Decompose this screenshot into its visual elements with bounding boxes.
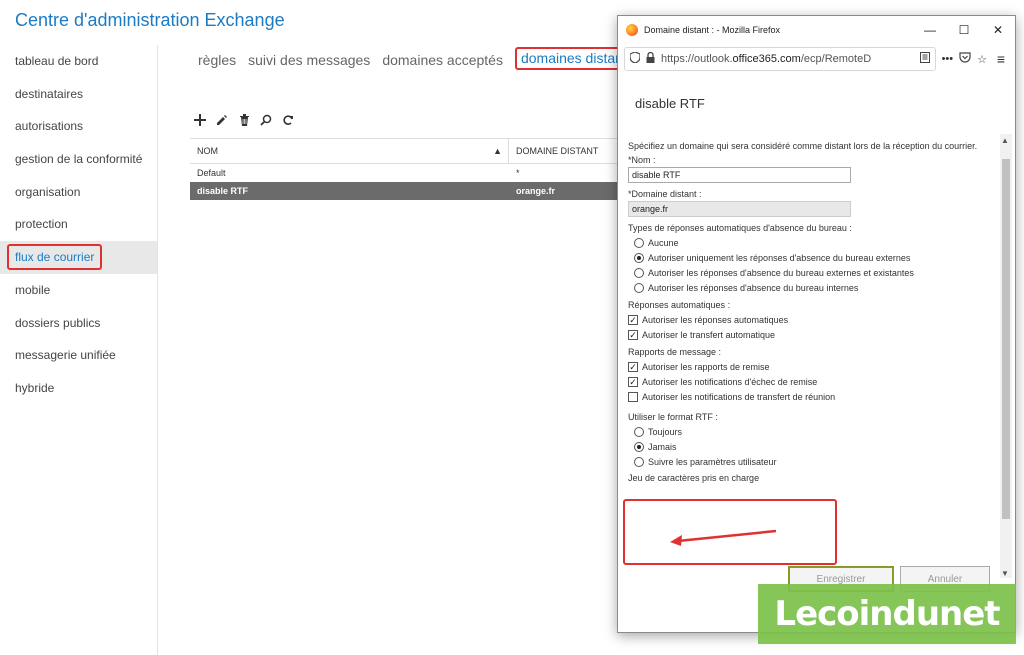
- rtf-option-always[interactable]: Toujours: [634, 426, 994, 438]
- close-icon[interactable]: ✕: [981, 23, 1015, 37]
- nav-item-mail-flow[interactable]: flux de courrier: [0, 241, 157, 274]
- checkbox-checked[interactable]: ✓: [628, 315, 638, 325]
- firefox-titlebar: Domaine distant : - Mozilla Firefox — ☐ …: [618, 16, 1015, 44]
- left-nav: tableau de bord destinataires autorisati…: [0, 45, 158, 655]
- watermark-logo: Lecoindunet: [758, 584, 1016, 644]
- maximize-icon[interactable]: ☐: [947, 23, 981, 37]
- ooo-option-external-legacy[interactable]: Autoriser les réponses d'absence du bure…: [634, 267, 994, 279]
- radio-button-selected[interactable]: [634, 442, 644, 452]
- rtf-option-user-settings[interactable]: Suivre les paramètres utilisateur: [634, 456, 994, 468]
- edit-icon[interactable]: [215, 112, 229, 128]
- row-domain: orange.fr: [516, 186, 556, 196]
- search-icon[interactable]: [259, 112, 273, 128]
- nav-item-mobile[interactable]: mobile: [0, 274, 157, 307]
- highlight-arrow-icon: [670, 529, 777, 546]
- delivery-reports-checkbox[interactable]: ✓ Autoriser les rapports de remise: [628, 361, 994, 373]
- sort-ascending-icon: ▲: [493, 146, 502, 156]
- row-name: disable RTF: [197, 186, 249, 196]
- allow-auto-replies-checkbox[interactable]: ✓ Autoriser les réponses automatiques: [628, 314, 994, 326]
- nav-item-permissions[interactable]: autorisations: [0, 110, 157, 143]
- charset-label: Jeu de caractères pris en charge: [628, 473, 760, 483]
- message-reports-label: Rapports de message :: [628, 347, 722, 357]
- add-icon[interactable]: [193, 112, 207, 128]
- dialog-description: Spécifiez un domaine qui sera considéré …: [628, 141, 978, 151]
- radio-button[interactable]: [634, 457, 644, 467]
- meeting-forward-checkbox[interactable]: Autoriser les notifications de transfert…: [628, 391, 994, 403]
- ndr-checkbox[interactable]: ✓ Autoriser les notifications d'échec de …: [628, 376, 994, 388]
- radio-button[interactable]: [634, 283, 644, 293]
- radio-button-selected[interactable]: [634, 253, 644, 263]
- checkbox-checked[interactable]: ✓: [628, 377, 638, 387]
- radio-button[interactable]: [634, 268, 644, 278]
- lock-icon[interactable]: [646, 51, 655, 66]
- column-header-name[interactable]: NOM ▲: [190, 139, 509, 163]
- delete-icon[interactable]: [237, 112, 251, 128]
- table-row-selected[interactable]: disable RTF orange.fr: [190, 182, 620, 200]
- nav-item-unified-messaging[interactable]: messagerie unifiée: [0, 339, 157, 372]
- url-bar[interactable]: https://outlook.office365.com/ecp/Remote…: [624, 47, 936, 71]
- allow-auto-forward-checkbox[interactable]: ✓ Autoriser le transfert automatique: [628, 329, 994, 341]
- table-header: NOM ▲ DOMAINE DISTANT: [190, 138, 620, 164]
- reader-view-icon[interactable]: [919, 52, 930, 66]
- radio-button[interactable]: [634, 427, 644, 437]
- firefox-logo-icon: [626, 24, 638, 36]
- tab-message-trace[interactable]: suivi des messages: [248, 50, 370, 70]
- dialog-scrollbar[interactable]: ▲ ▼: [1000, 134, 1012, 580]
- row-domain: *: [516, 168, 520, 178]
- ooo-section-label: Types de réponses automatiques d'absence…: [628, 223, 852, 233]
- remote-domain-label: *Domaine distant :: [628, 189, 702, 199]
- toolbar: [193, 112, 295, 128]
- bookmark-star-icon[interactable]: ☆: [977, 53, 987, 66]
- checkbox-unchecked[interactable]: [628, 392, 638, 402]
- checkbox-checked[interactable]: ✓: [628, 330, 638, 340]
- nav-item-hybrid[interactable]: hybride: [0, 372, 157, 405]
- ooo-option-none[interactable]: Aucune: [634, 237, 994, 249]
- shield-icon[interactable]: [629, 51, 641, 66]
- tab-rules[interactable]: règles: [198, 50, 236, 70]
- auto-replies-label: Réponses automatiques :: [628, 300, 731, 310]
- remote-domain-field: orange.fr: [628, 201, 851, 217]
- column-header-remote-domain[interactable]: DOMAINE DISTANT: [509, 146, 598, 156]
- nav-item-protection[interactable]: protection: [0, 208, 157, 241]
- name-label: *Nom :: [628, 155, 656, 165]
- scroll-down-icon[interactable]: ▼: [1001, 569, 1009, 578]
- ooo-option-external-only[interactable]: Autoriser uniquement les réponses d'abse…: [634, 252, 994, 264]
- minimize-icon[interactable]: —: [913, 23, 947, 37]
- remote-domains-table: NOM ▲ DOMAINE DISTANT Default * disable …: [190, 138, 620, 200]
- nav-item-dashboard[interactable]: tableau de bord: [0, 45, 157, 78]
- nav-item-compliance[interactable]: gestion de la conformité: [0, 143, 157, 176]
- tab-accepted-domains[interactable]: domaines acceptés: [382, 50, 503, 70]
- window-title: Domaine distant : - Mozilla Firefox: [644, 25, 781, 35]
- rtf-option-never[interactable]: Jamais: [634, 441, 994, 453]
- page-title: Centre d'administration Exchange: [15, 10, 285, 30]
- pocket-icon[interactable]: [959, 52, 971, 66]
- nav-item-organization[interactable]: organisation: [0, 176, 157, 209]
- ooo-option-internal[interactable]: Autoriser les réponses d'absence du bure…: [634, 282, 994, 294]
- scrollbar-thumb[interactable]: [1002, 159, 1010, 519]
- row-name: Default: [197, 168, 226, 178]
- nav-item-recipients[interactable]: destinataires: [0, 78, 157, 111]
- radio-button[interactable]: [634, 238, 644, 248]
- more-actions-icon[interactable]: •••: [942, 53, 954, 65]
- scroll-up-icon[interactable]: ▲: [1001, 136, 1009, 145]
- dialog-title: disable RTF: [635, 96, 705, 111]
- tab-bar: règles suivi des messages domaines accep…: [198, 47, 640, 70]
- checkbox-checked[interactable]: ✓: [628, 362, 638, 372]
- url-row: https://outlook.office365.com/ecp/Remote…: [618, 44, 1015, 74]
- url-text: https://outlook.office365.com/ecp/Remote…: [661, 53, 872, 65]
- table-row[interactable]: Default *: [190, 164, 620, 182]
- name-field[interactable]: disable RTF: [628, 167, 851, 183]
- refresh-icon[interactable]: [281, 112, 295, 128]
- rtf-label: Utiliser le format RTF :: [628, 412, 718, 422]
- nav-item-public-folders[interactable]: dossiers publics: [0, 307, 157, 340]
- hamburger-menu-icon[interactable]: ≡: [993, 51, 1009, 67]
